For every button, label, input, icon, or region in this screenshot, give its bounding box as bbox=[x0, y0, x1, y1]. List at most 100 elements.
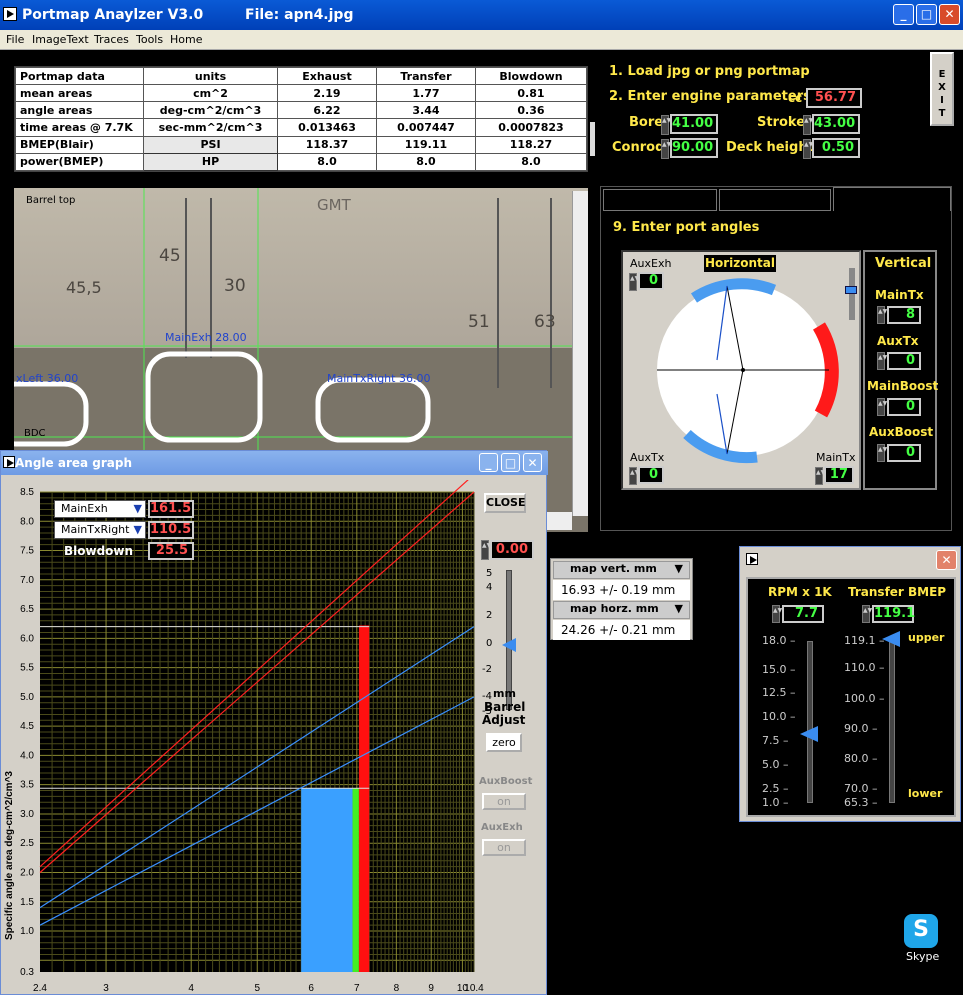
image-vertical-scrollbar[interactable] bbox=[572, 191, 588, 516]
y-tick-label: 8.0 bbox=[20, 516, 34, 527]
handwritten-text: 45 bbox=[159, 246, 181, 266]
bmep-tick-label: 80.0 – bbox=[844, 751, 878, 765]
v-mainboost-field[interactable]: 0 bbox=[887, 398, 921, 416]
units-selector[interactable]: PSI bbox=[143, 135, 278, 154]
bore-field[interactable]: 41.00 bbox=[670, 114, 718, 134]
vertical-angle-panel: Vertical MainTx ▲▼ 8 AuxTx ▲▼ 0 MainBoos… bbox=[863, 250, 938, 490]
series1-select[interactable]: MainExh ▼ bbox=[54, 500, 146, 518]
tab-1[interactable] bbox=[603, 189, 717, 211]
auxexh-toggle[interactable]: on bbox=[482, 839, 526, 856]
adjust-thumb-icon[interactable] bbox=[502, 638, 516, 652]
menu-home[interactable]: Home bbox=[170, 33, 202, 46]
v-auxboost-spinner[interactable]: ▲▼ bbox=[877, 444, 887, 462]
y-tick-label: 2.5 bbox=[20, 838, 34, 849]
y-tick-label: 8.5 bbox=[20, 487, 34, 498]
tab-2[interactable] bbox=[719, 189, 831, 211]
handwritten-text: GMT bbox=[317, 196, 351, 214]
x-tick-label: 8 bbox=[394, 983, 400, 994]
map-horz-dropdown[interactable]: map horz. mm ▼ bbox=[553, 601, 690, 619]
stroke-spinner[interactable]: ▲▼ bbox=[803, 115, 813, 135]
bmep-spinner[interactable]: ▲▼ bbox=[862, 605, 872, 623]
bore-spinner[interactable]: ▲▼ bbox=[661, 115, 671, 135]
stroke-field[interactable]: 43.00 bbox=[812, 114, 860, 134]
rpm-tick-label: 5.0 – bbox=[762, 757, 789, 771]
table-scrollbar[interactable] bbox=[590, 122, 595, 156]
maintx-field[interactable]: 17 bbox=[824, 466, 854, 484]
deck-spinner[interactable]: ▲▼ bbox=[803, 139, 813, 159]
port-angle-diagram bbox=[657, 278, 839, 464]
adjust-value[interactable]: 0.00 bbox=[490, 540, 534, 560]
table-cell: 0.36 bbox=[474, 101, 588, 120]
table-cell: deg-cm^2/cm^3 bbox=[143, 101, 278, 120]
bmep-field[interactable]: 119.1 bbox=[872, 605, 915, 623]
auxexh-spinner[interactable]: ▲▼ bbox=[629, 273, 639, 291]
zero-button[interactable]: zero bbox=[486, 733, 522, 752]
aag-minimize-button[interactable]: _ bbox=[479, 453, 498, 472]
rpm-spinner[interactable]: ▲▼ bbox=[772, 605, 782, 623]
blowdown-value: 25.5 bbox=[148, 542, 194, 560]
step-load-text[interactable]: 1. Load jpg or png portmap bbox=[609, 64, 810, 79]
rpm-tick-label: 1.0 – bbox=[762, 796, 789, 809]
horizontal-slider[interactable] bbox=[849, 268, 855, 320]
rpm-field[interactable]: 7.7 bbox=[782, 605, 824, 623]
series1-select-label: MainExh bbox=[61, 502, 108, 515]
horizontal-slider-thumb[interactable] bbox=[845, 286, 857, 294]
bmep-slider[interactable] bbox=[889, 641, 895, 803]
rpm-close-button[interactable]: ✕ bbox=[936, 550, 957, 570]
table-cell: 0.007447 bbox=[375, 118, 476, 137]
exit-button[interactable]: EXIT bbox=[930, 52, 954, 126]
menu-file[interactable]: File bbox=[6, 33, 24, 46]
lower-label: lower bbox=[908, 787, 943, 800]
auxboost-label: AuxBoost bbox=[479, 776, 533, 787]
v-maintx-field[interactable]: 8 bbox=[887, 306, 921, 324]
maintx-spinner[interactable]: ▲▼ bbox=[815, 467, 825, 485]
table-cell: time areas @ 7.7K bbox=[15, 118, 144, 137]
auxtx-spinner[interactable]: ▲▼ bbox=[629, 467, 639, 485]
minimize-button[interactable]: _ bbox=[893, 4, 914, 25]
v-auxtx-label: AuxTx bbox=[877, 334, 919, 348]
map-vert-value: 16.93 +/- 0.19 mm bbox=[553, 580, 690, 600]
conrod-spinner[interactable]: ▲▼ bbox=[661, 139, 671, 159]
auxexh-toggle-label: AuxExh bbox=[481, 822, 523, 833]
menu-imagetext[interactable]: ImageText bbox=[32, 33, 89, 46]
y-tick-label: 0.3 bbox=[20, 967, 34, 978]
maximize-button[interactable]: □ bbox=[916, 4, 937, 25]
aag-close-button[interactable]: ✕ bbox=[523, 453, 542, 472]
v-maintx-spinner[interactable]: ▲▼ bbox=[877, 306, 887, 324]
adjust-spinner[interactable]: ▲▼ bbox=[481, 540, 491, 560]
aag-maximize-button[interactable]: □ bbox=[501, 453, 520, 472]
v-auxboost-label: AuxBoost bbox=[869, 425, 934, 439]
barrel-adjust-slider[interactable]: 5 4 2 0 -2 -4 -5 bbox=[480, 566, 520, 806]
auxboost-toggle[interactable]: on bbox=[482, 793, 526, 810]
v-auxtx-field[interactable]: 0 bbox=[887, 352, 921, 370]
table-cell: 8.0 bbox=[474, 152, 588, 172]
map-horz-label: map horz. mm bbox=[570, 602, 659, 615]
rpm-thumb-icon[interactable] bbox=[800, 726, 818, 742]
v-mainboost-spinner[interactable]: ▲▼ bbox=[877, 398, 887, 416]
chart-bar bbox=[358, 625, 370, 972]
chevron-down-icon: ▼ bbox=[133, 502, 142, 515]
step-engine-text: 2. Enter engine parameters bbox=[609, 89, 811, 104]
v-auxboost-field[interactable]: 0 bbox=[887, 444, 921, 462]
skype-icon[interactable]: S bbox=[904, 914, 938, 948]
auxtx-field[interactable]: 0 bbox=[638, 466, 664, 484]
auxtx-label: AuxTx bbox=[630, 451, 665, 464]
bmep-tick-label: 65.3 – bbox=[844, 796, 878, 809]
map-vert-dropdown[interactable]: map vert. mm ▼ bbox=[553, 561, 690, 579]
menu-tools[interactable]: Tools bbox=[136, 33, 163, 46]
bmep-thumb-icon[interactable] bbox=[882, 631, 900, 647]
y-tick-label: 2.0 bbox=[20, 867, 34, 878]
conrod-field[interactable]: 90.00 bbox=[670, 138, 718, 158]
rpm-slider[interactable] bbox=[807, 641, 813, 803]
units-selector[interactable]: HP bbox=[143, 152, 278, 172]
aag-close-action-button[interactable]: CLOSE bbox=[484, 493, 526, 513]
deck-field[interactable]: 0.50 bbox=[812, 138, 860, 158]
skype-label[interactable]: Skype bbox=[906, 950, 939, 963]
menu-traces[interactable]: Traces bbox=[94, 33, 129, 46]
x-tick-label: 5 bbox=[254, 983, 260, 994]
series2-select[interactable]: MainTxRight ▼ bbox=[54, 521, 146, 539]
tab-3[interactable] bbox=[833, 187, 951, 211]
v-auxtx-spinner[interactable]: ▲▼ bbox=[877, 352, 887, 370]
close-button[interactable]: ✕ bbox=[939, 4, 960, 25]
rpm-tick-label: 7.5 – bbox=[762, 734, 789, 748]
